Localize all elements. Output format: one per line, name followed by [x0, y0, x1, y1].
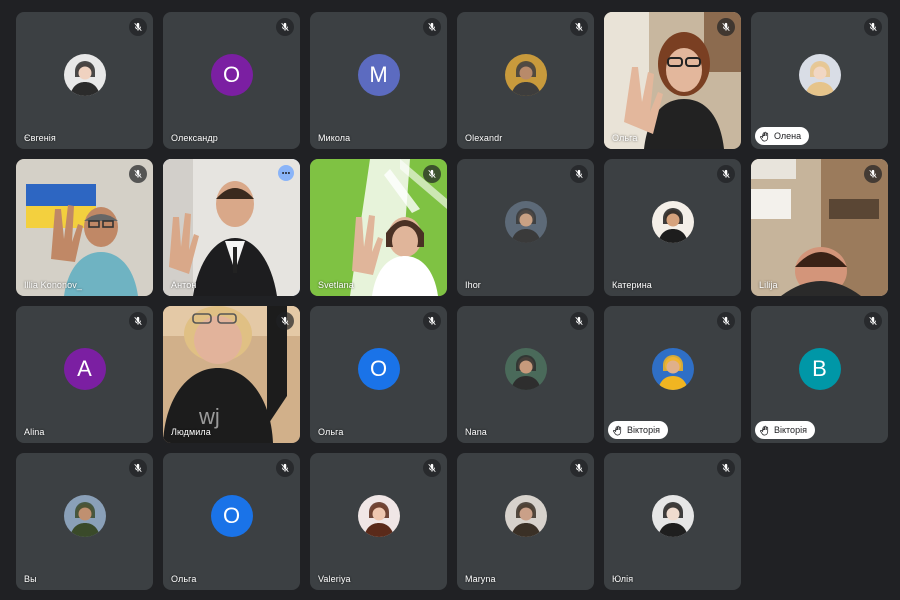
- participant-name: Ольга: [318, 427, 344, 437]
- muted-mic-icon: [864, 18, 882, 36]
- svg-text:wj: wj: [198, 404, 220, 429]
- participant-name: Illia Kononov_: [24, 280, 82, 290]
- participant-grid: Євгенія О Олександр M Микола Olexandr Ольга О…: [16, 12, 888, 590]
- participant-avatar: [651, 200, 694, 243]
- participant-name: Катерина: [612, 280, 652, 290]
- participant-avatar: B: [798, 347, 841, 390]
- participant-tile[interactable]: О Олександр: [163, 12, 300, 149]
- participant-tile[interactable]: Антон: [163, 159, 300, 296]
- muted-mic-icon: [570, 165, 588, 183]
- muted-mic-icon: [864, 165, 882, 183]
- raised-hand-icon: [612, 425, 623, 436]
- participant-name: Svetlana: [318, 280, 354, 290]
- participant-name: Ihor: [465, 280, 481, 290]
- participant-tile[interactable]: О Ольга: [310, 306, 447, 443]
- muted-mic-icon: [423, 459, 441, 477]
- raised-hand-icon: [759, 425, 770, 436]
- participant-tile[interactable]: Катерина: [604, 159, 741, 296]
- participant-avatar: [798, 53, 841, 96]
- muted-mic-icon: [129, 165, 147, 183]
- participant-avatar: [63, 53, 106, 96]
- participant-name: Юлія: [612, 574, 634, 584]
- participant-tile[interactable]: Ihor: [457, 159, 594, 296]
- participant-tile[interactable]: Ольга: [604, 12, 741, 149]
- participant-tile[interactable]: wj Людмила: [163, 306, 300, 443]
- participant-avatar: M: [357, 53, 400, 96]
- participant-tile[interactable]: Євгенія: [16, 12, 153, 149]
- muted-mic-icon: [423, 165, 441, 183]
- more-options-icon[interactable]: [278, 165, 294, 181]
- participant-avatar: [504, 494, 547, 537]
- participant-name: Євгенія: [24, 133, 56, 143]
- muted-mic-icon: [423, 312, 441, 330]
- participant-avatar: [504, 347, 547, 390]
- muted-mic-icon: [717, 165, 735, 183]
- muted-mic-icon: [129, 18, 147, 36]
- participant-tile[interactable]: Олена: [751, 12, 888, 149]
- raised-hand-badge: Вікторія: [608, 421, 668, 439]
- muted-mic-icon: [570, 459, 588, 477]
- participant-name: Олександр: [171, 133, 218, 143]
- participant-tile[interactable]: О Ольга: [163, 453, 300, 590]
- participant-name: Nana: [465, 427, 487, 437]
- participant-name: Lilija: [759, 280, 778, 290]
- participant-tile[interactable]: Вікторія: [604, 306, 741, 443]
- muted-mic-icon: [864, 312, 882, 330]
- participant-tile[interactable]: Вы: [16, 453, 153, 590]
- participant-tile[interactable]: Nana: [457, 306, 594, 443]
- muted-mic-icon: [570, 312, 588, 330]
- participant-tile[interactable]: Illia Kononov_: [16, 159, 153, 296]
- participant-name: Ольга: [612, 133, 638, 143]
- muted-mic-icon: [570, 18, 588, 36]
- participant-avatar: О: [210, 53, 253, 96]
- muted-mic-icon: [276, 18, 294, 36]
- participant-avatar: О: [357, 347, 400, 390]
- participant-avatar: [504, 200, 547, 243]
- participant-name: Олена: [774, 131, 802, 141]
- participant-name: Ольга: [171, 574, 197, 584]
- muted-mic-icon: [129, 459, 147, 477]
- participant-avatar: О: [210, 494, 253, 537]
- participant-avatar: [651, 494, 694, 537]
- muted-mic-icon: [717, 312, 735, 330]
- muted-mic-icon: [129, 312, 147, 330]
- muted-mic-icon: [276, 459, 294, 477]
- participant-name: Maryna: [465, 574, 496, 584]
- participant-tile[interactable]: Maryna: [457, 453, 594, 590]
- participant-name: Вікторія: [627, 425, 660, 435]
- participant-tile[interactable]: B Вікторія: [751, 306, 888, 443]
- participant-avatar: [63, 494, 106, 537]
- participant-tile[interactable]: A Alina: [16, 306, 153, 443]
- participant-tile[interactable]: Lilija: [751, 159, 888, 296]
- muted-mic-icon: [717, 459, 735, 477]
- participant-avatar: A: [63, 347, 106, 390]
- participant-tile[interactable]: M Микола: [310, 12, 447, 149]
- muted-mic-icon: [276, 312, 294, 330]
- participant-avatar: [504, 53, 547, 96]
- participant-name: Olexandr: [465, 133, 503, 143]
- participant-tile[interactable]: Юлія: [604, 453, 741, 590]
- raised-hand-icon: [759, 131, 770, 142]
- participant-tile[interactable]: Valeriya: [310, 453, 447, 590]
- participant-tile[interactable]: Olexandr: [457, 12, 594, 149]
- muted-mic-icon: [423, 18, 441, 36]
- participant-tile[interactable]: Svetlana: [310, 159, 447, 296]
- participant-avatar: [357, 494, 400, 537]
- participant-name: Valeriya: [318, 574, 351, 584]
- participant-video: [163, 159, 300, 296]
- participant-name: Микола: [318, 133, 351, 143]
- raised-hand-badge: Вікторія: [755, 421, 815, 439]
- participant-avatar: [651, 347, 694, 390]
- participant-name: Людмила: [171, 427, 211, 437]
- muted-mic-icon: [717, 18, 735, 36]
- participant-name: Alina: [24, 427, 45, 437]
- raised-hand-badge: Олена: [755, 127, 810, 145]
- participant-name: Вікторія: [774, 425, 807, 435]
- participant-name: Вы: [24, 574, 37, 584]
- participant-name: Антон: [171, 280, 197, 290]
